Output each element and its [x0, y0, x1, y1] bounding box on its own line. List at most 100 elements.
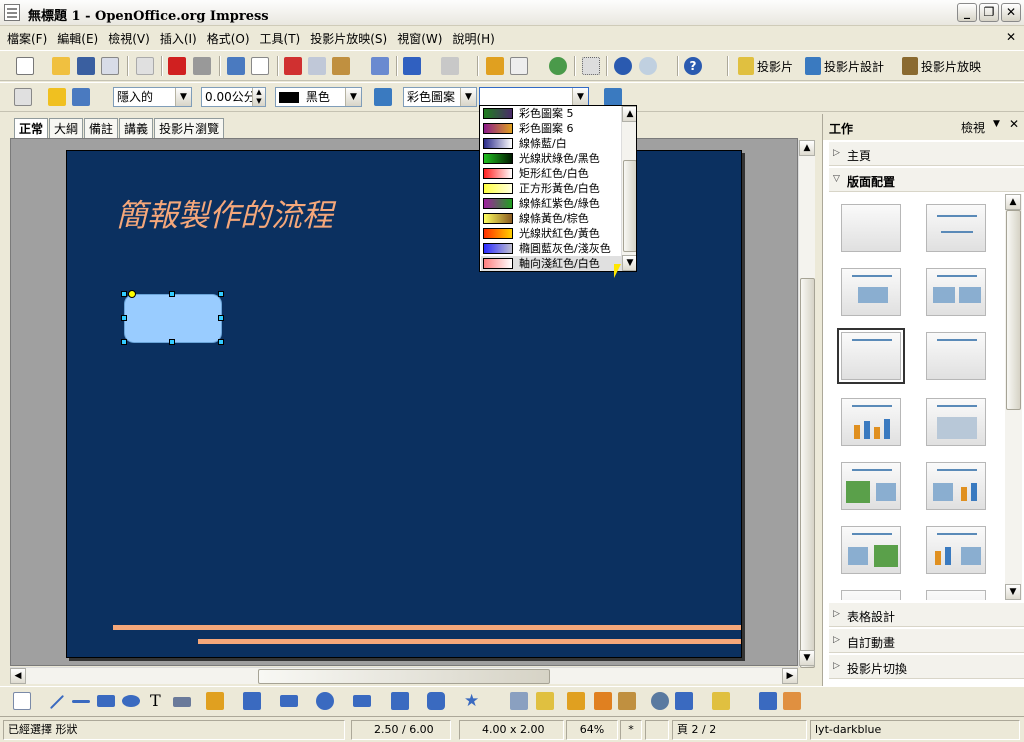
menu-tools[interactable]: 工具(T) — [255, 30, 306, 47]
resize-handle[interactable] — [169, 339, 175, 345]
callouts-icon[interactable] — [427, 692, 445, 710]
layout-text-clipart[interactable] — [841, 526, 901, 574]
open-icon[interactable] — [52, 57, 70, 75]
layout-item[interactable] — [841, 590, 901, 600]
scroll-left-icon[interactable]: ◀ — [10, 668, 26, 684]
fill-option[interactable]: 彩色圖案 6 — [481, 121, 621, 136]
corner-radius-handle[interactable] — [128, 290, 136, 298]
connector-tool-icon[interactable] — [243, 692, 261, 710]
tab-outline[interactable]: 大綱 — [49, 118, 84, 138]
slide-design-button[interactable]: 投影片設計 — [824, 58, 884, 75]
status-signature[interactable] — [645, 720, 669, 740]
menu-format[interactable]: 格式(O) — [202, 30, 255, 47]
text-tool-icon[interactable]: T — [150, 691, 161, 710]
arrange-icon[interactable] — [712, 692, 730, 710]
copy-icon[interactable] — [308, 57, 326, 75]
styles-icon[interactable] — [14, 88, 32, 106]
chevron-down-icon[interactable]: ▼ — [460, 88, 476, 106]
fontwork-icon[interactable] — [567, 692, 585, 710]
fill-option[interactable]: 光線狀綠色/黑色 — [481, 151, 621, 166]
line-icon[interactable] — [48, 88, 66, 106]
menu-view[interactable]: 檢視(V) — [103, 30, 155, 47]
spinner-arrows-icon[interactable]: ▲ ▼ — [252, 88, 265, 106]
flowchart-icon[interactable] — [391, 692, 409, 710]
table-icon[interactable] — [510, 57, 528, 75]
fill-option[interactable]: 光線狀紅色/黃色 — [481, 226, 621, 241]
resize-handle[interactable] — [121, 291, 127, 297]
ellipse-tool-icon[interactable] — [122, 695, 140, 707]
fill-option[interactable]: 彩色圖案 5 — [481, 106, 621, 121]
edit-file-icon[interactable] — [136, 57, 154, 75]
fill-option[interactable]: 軸向淺紅色/白色 — [481, 256, 621, 271]
line-color-select[interactable]: 黑色 ▼ — [275, 87, 362, 107]
chevron-down-icon[interactable]: ▼ — [175, 88, 191, 106]
fit-text-icon[interactable] — [173, 697, 191, 707]
fill-option[interactable]: 線條藍/白 — [481, 136, 621, 151]
tab-slide-sorter[interactable]: 投影片瀏覽 — [154, 118, 225, 138]
shadow-icon[interactable] — [604, 88, 622, 106]
menu-insert[interactable]: 插入(I) — [155, 30, 202, 47]
resize-handle[interactable] — [121, 339, 127, 345]
dropdown-scrollbar[interactable]: ▲ ▼ — [621, 106, 636, 271]
scroll-thumb[interactable] — [623, 160, 636, 252]
section-custom-animation[interactable]: ▷ 自訂動畫 — [829, 629, 1024, 653]
tab-normal[interactable]: 正常 — [14, 118, 49, 139]
close-icon[interactable]: ✕ — [1009, 117, 1019, 131]
cut-icon[interactable] — [284, 57, 302, 75]
layout-title-table[interactable] — [926, 398, 986, 446]
line-tool-icon[interactable] — [49, 694, 65, 710]
minimize-button[interactable]: _ — [957, 3, 977, 22]
layout-title-chart[interactable] — [841, 398, 901, 446]
task-pane-view-menu[interactable]: 檢視 — [961, 119, 985, 136]
extrusion-icon[interactable] — [759, 692, 777, 710]
select-arrow-icon[interactable] — [13, 692, 31, 710]
chevron-down-icon[interactable]: ▼ — [993, 119, 1000, 129]
resize-handle[interactable] — [218, 339, 224, 345]
chevron-down-icon[interactable]: ▼ — [345, 88, 361, 106]
basic-shapes-icon[interactable] — [280, 695, 298, 707]
layout-text-chart[interactable] — [926, 462, 986, 510]
scroll-thumb[interactable] — [1006, 210, 1021, 410]
menu-edit[interactable]: 編輯(E) — [52, 30, 103, 47]
horizontal-scrollbar[interactable]: ◀ ▶ — [10, 667, 798, 684]
resize-handle[interactable] — [121, 315, 127, 321]
fill-option[interactable]: 線條黃色/棕色 — [481, 211, 621, 226]
email-icon[interactable] — [101, 57, 119, 75]
layouts-scrollbar[interactable]: ▲ ▼ — [1005, 194, 1022, 600]
insert-image-icon[interactable] — [594, 692, 612, 710]
spellcheck-icon[interactable] — [227, 57, 245, 75]
section-slide-transition[interactable]: ▷ 投影片切換 — [829, 655, 1024, 679]
close-button[interactable]: ✕ — [1001, 3, 1021, 22]
layout-centered-text[interactable] — [926, 332, 986, 380]
new-document-icon[interactable] — [16, 57, 34, 75]
export-pdf-icon[interactable] — [168, 57, 186, 75]
chevron-down-icon[interactable]: ▼ — [572, 88, 588, 106]
undo-icon[interactable] — [403, 57, 421, 75]
resize-handle[interactable] — [169, 291, 175, 297]
curve-tool-icon[interactable] — [206, 692, 224, 710]
layout-title-only-selected[interactable] — [837, 328, 905, 384]
slide-title[interactable]: 簡報製作的流程 — [116, 190, 333, 235]
print-icon[interactable] — [193, 57, 211, 75]
rounded-rectangle-shape[interactable] — [124, 294, 222, 343]
points-icon[interactable] — [510, 692, 528, 710]
scroll-thumb[interactable] — [258, 669, 550, 684]
menu-window[interactable]: 視窗(W) — [392, 30, 447, 47]
help-icon[interactable]: ? — [684, 57, 702, 75]
resize-handle[interactable] — [218, 315, 224, 321]
layout-blank[interactable] — [841, 204, 901, 252]
area-icon[interactable] — [374, 88, 392, 106]
chart-icon[interactable] — [486, 57, 504, 75]
fill-option[interactable]: 線條紅紫色/綠色 — [481, 196, 621, 211]
fill-option[interactable]: 橢圓藍灰色/淺灰色 — [481, 241, 621, 256]
section-layouts[interactable]: ▽ 版面配置 — [829, 168, 1024, 192]
navigator-icon[interactable] — [614, 57, 632, 75]
section-table-design[interactable]: ▷ 表格設計 — [829, 603, 1024, 627]
scroll-down-icon[interactable]: ▼ — [1005, 584, 1021, 600]
save-icon[interactable] — [77, 57, 95, 75]
vertical-scrollbar[interactable]: ▲ ▼ — [798, 140, 815, 668]
interaction-icon[interactable] — [783, 692, 801, 710]
layout-item[interactable] — [926, 590, 986, 600]
glue-points-icon[interactable] — [536, 692, 554, 710]
autospellcheck-icon[interactable] — [251, 57, 269, 75]
